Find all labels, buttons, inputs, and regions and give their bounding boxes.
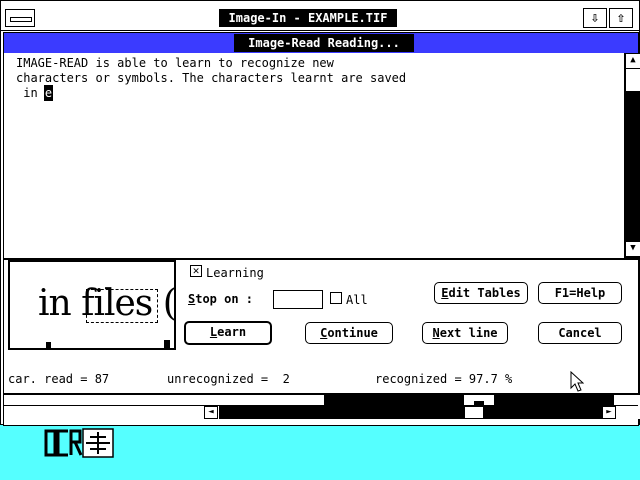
text-line: in e bbox=[16, 85, 54, 101]
scroll-track[interactable] bbox=[219, 406, 603, 419]
text-line: IMAGE-READ is able to learn to recognize… bbox=[16, 56, 334, 70]
mouse-pointer-icon bbox=[570, 371, 584, 392]
character-selection-box bbox=[86, 289, 158, 323]
learning-label: Learning bbox=[206, 266, 264, 280]
learning-checkbox[interactable]: ✕ bbox=[190, 265, 202, 277]
dialog-caption-bar: Image-Read Reading... bbox=[4, 33, 638, 53]
ocr-app-icon[interactable] bbox=[44, 428, 114, 458]
system-menu-button[interactable] bbox=[5, 9, 35, 27]
recognized-text-area[interactable]: IMAGE-READ is able to learn to recognize… bbox=[4, 53, 624, 258]
main-window: Image-In - EXAMPLE.TIF ⇩ ⇧ Image-Read Re… bbox=[0, 0, 640, 426]
scroll-down-icon[interactable]: ▼ bbox=[625, 241, 640, 257]
window-title: Image-In - EXAMPLE.TIF bbox=[219, 9, 397, 27]
scroll-thumb[interactable] bbox=[625, 68, 640, 92]
dialog-title: Image-Read Reading... bbox=[234, 34, 414, 52]
vertical-scrollbar[interactable]: ▲ ▼ bbox=[624, 53, 640, 258]
stop-on-input[interactable] bbox=[273, 290, 323, 309]
character-preview-image: in files ( bbox=[8, 260, 176, 350]
scroll-right-icon[interactable]: ► bbox=[602, 406, 616, 419]
text-line: characters or symbols. The characters le… bbox=[16, 71, 407, 85]
continue-button[interactable]: Continue bbox=[305, 322, 393, 344]
maximize-button[interactable]: ⇧ bbox=[609, 8, 633, 28]
stop-on-label: Stop on : bbox=[188, 292, 254, 306]
edit-tables-button[interactable]: Edit Tables bbox=[434, 282, 528, 304]
minimize-button[interactable]: ⇩ bbox=[583, 8, 607, 28]
all-checkbox[interactable] bbox=[330, 292, 342, 304]
horizontal-scrollbar[interactable]: ◄ ► bbox=[4, 405, 638, 419]
current-character-cursor: e bbox=[43, 85, 54, 101]
all-label: All bbox=[346, 293, 368, 307]
title-bar: Image-In - EXAMPLE.TIF ⇩ ⇧ bbox=[1, 7, 639, 31]
cancel-button[interactable]: Cancel bbox=[538, 322, 622, 344]
next-line-button[interactable]: Next line bbox=[422, 322, 508, 344]
recognized-percent: recognized = 97.7 % bbox=[375, 372, 513, 386]
characters-read-count: car. read = 87 bbox=[8, 372, 110, 386]
unrecognized-count: unrecognized = 2 bbox=[167, 372, 290, 386]
document-window-strip: ◄ ► bbox=[3, 394, 640, 426]
scroll-up-icon[interactable]: ▲ bbox=[625, 53, 640, 69]
learn-button[interactable]: Learn bbox=[184, 321, 272, 345]
text-line-prefix: in bbox=[16, 86, 45, 100]
scroll-left-icon[interactable]: ◄ bbox=[204, 406, 218, 419]
help-button[interactable]: F1=Help bbox=[538, 282, 622, 304]
image-read-dialog: Image-Read Reading... IMAGE-READ is able… bbox=[3, 32, 640, 394]
horizontal-scroll-thumb[interactable] bbox=[464, 406, 484, 419]
